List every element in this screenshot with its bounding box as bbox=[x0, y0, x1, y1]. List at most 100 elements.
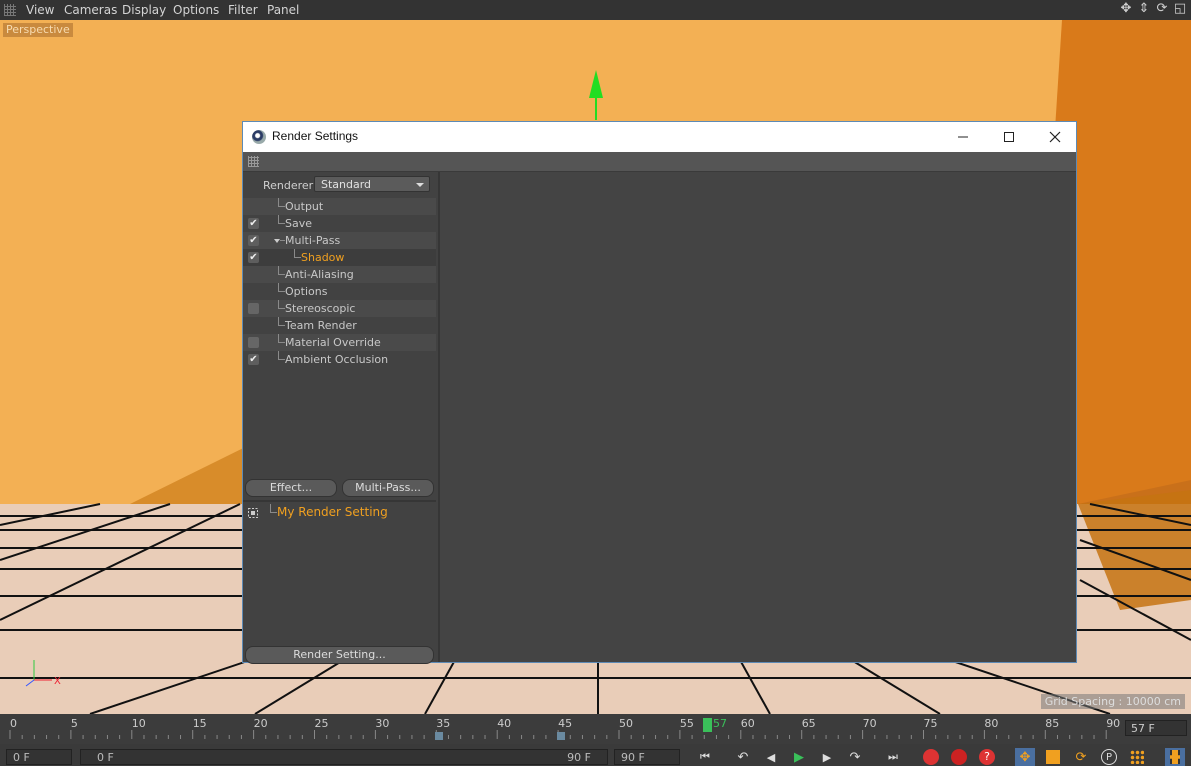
dots-grid-icon bbox=[1130, 750, 1144, 764]
checkbox-unchecked-icon[interactable] bbox=[248, 303, 259, 314]
multi-pass-button[interactable]: Multi-Pass... bbox=[342, 479, 434, 497]
auto-key-icon bbox=[951, 749, 967, 765]
step-back-icon: ◀ bbox=[766, 750, 776, 764]
record-icon bbox=[923, 749, 939, 765]
timeline-tick-label: 80 bbox=[984, 717, 999, 730]
dialog-titlebar[interactable]: Render Settings bbox=[243, 122, 1076, 152]
tree-item-multi-pass[interactable]: ✔ Multi-Pass bbox=[243, 232, 436, 249]
play-icon: ▶ bbox=[794, 749, 804, 765]
auto-key-button[interactable] bbox=[949, 748, 969, 766]
render-setting-item[interactable]: My Render Setting bbox=[243, 504, 436, 522]
end-frame-field[interactable]: 90 F bbox=[614, 749, 680, 765]
checkbox-unchecked-icon[interactable] bbox=[248, 337, 259, 348]
settings-detail-panel bbox=[440, 172, 1076, 662]
menu-filter[interactable]: Filter bbox=[228, 3, 258, 17]
menu-display[interactable]: Display bbox=[122, 3, 166, 17]
tree-item-ambient-occlusion[interactable]: ✔ Ambient Occlusion bbox=[243, 351, 436, 368]
menu-view[interactable]: View bbox=[26, 3, 54, 17]
timeline-tick-label: 40 bbox=[497, 717, 512, 730]
timeline-tick-label: 0 bbox=[10, 717, 17, 730]
playhead-frame-label: 57 bbox=[713, 717, 727, 730]
renderer-row: Renderer Standard bbox=[243, 174, 438, 196]
go-to-end-icon: ⏭ bbox=[888, 750, 898, 763]
play-button[interactable]: ▶ bbox=[789, 748, 809, 766]
tree-item-label: Ambient Occlusion bbox=[285, 353, 389, 366]
minimize-button[interactable] bbox=[940, 122, 986, 152]
timeline-tick-label: 75 bbox=[923, 717, 938, 730]
render-setting-button[interactable]: Render Setting... bbox=[245, 646, 434, 664]
tree-item-team-render[interactable]: Team Render bbox=[243, 317, 436, 334]
timeline-tick-label: 55 bbox=[679, 717, 694, 730]
scale-icon bbox=[1046, 750, 1060, 764]
minimize-icon bbox=[958, 136, 968, 138]
range-end-label: 90 F bbox=[567, 751, 591, 764]
scale-tool-button[interactable] bbox=[1043, 748, 1063, 766]
menu-options[interactable]: Options bbox=[173, 3, 219, 17]
start-frame-field[interactable]: 0 F bbox=[6, 749, 72, 765]
parameter-button[interactable]: P bbox=[1099, 748, 1119, 766]
checkbox-checked-icon[interactable]: ✔ bbox=[248, 218, 259, 229]
timeline-tick-label: 60 bbox=[740, 717, 755, 730]
menu-grip-icon[interactable] bbox=[4, 4, 16, 16]
effect-button[interactable]: Effect... bbox=[245, 479, 337, 497]
record-keys-button[interactable] bbox=[921, 748, 941, 766]
grid-spacing-info: Grid Spacing : 10000 cm bbox=[1040, 694, 1185, 709]
tree-item-options[interactable]: Options bbox=[243, 283, 436, 300]
zoom-view-icon[interactable]: ⇕ bbox=[1137, 2, 1151, 16]
frame-range-slider[interactable]: 0 F 90 F bbox=[80, 749, 608, 765]
render-settings-dialog: Render Settings Renderer Standard Output bbox=[242, 121, 1077, 664]
render-setting-name: My Render Setting bbox=[277, 505, 388, 519]
checkbox-checked-icon[interactable]: ✔ bbox=[248, 252, 259, 263]
renderer-value: Standard bbox=[321, 178, 372, 191]
timeline-tick-label: 25 bbox=[314, 717, 329, 730]
move-tool-button[interactable]: ✥ bbox=[1015, 748, 1035, 766]
tree-item-shadow[interactable]: ✔ Shadow bbox=[243, 249, 436, 266]
render-setting-icon bbox=[248, 508, 258, 518]
point-level-button[interactable] bbox=[1127, 748, 1147, 766]
close-button[interactable] bbox=[1032, 122, 1078, 152]
settings-tree-panel: Renderer Standard Output ✔ Save ✔ Multi-… bbox=[243, 172, 438, 664]
playhead[interactable] bbox=[703, 718, 712, 732]
playback-bar: 0 F 0 F 90 F 90 F ⏮ ↶ ◀ ▶ ▶ ↷ ⏭ ? ✥ ⟳ P bbox=[0, 744, 1191, 766]
keyframe-marker[interactable] bbox=[557, 732, 565, 740]
timeline[interactable]: 0 5 10 15 20 25 30 35 40 45 50 55 60 65 70 75 80 85 90 57 … bbox=[0, 714, 1191, 744]
next-key-icon: ↷ bbox=[849, 749, 861, 765]
tree-item-label: Output bbox=[285, 200, 324, 213]
menu-panel[interactable]: Panel bbox=[267, 3, 299, 17]
axis-x-label: X bbox=[54, 676, 61, 687]
tree-item-anti-aliasing[interactable]: Anti-Aliasing bbox=[243, 266, 436, 283]
step-back-button[interactable]: ◀ bbox=[761, 748, 781, 766]
timeline-tick-label: 20 bbox=[253, 717, 268, 730]
step-forward-icon: ▶ bbox=[822, 750, 832, 764]
tree-item-stereoscopic[interactable]: Stereoscopic bbox=[243, 300, 436, 317]
step-forward-button[interactable]: ▶ bbox=[817, 748, 837, 766]
go-to-start-button[interactable]: ⏮ bbox=[695, 748, 715, 766]
go-to-end-button[interactable]: ⏭ bbox=[883, 748, 903, 766]
toolstrip-grip-icon[interactable] bbox=[248, 156, 259, 167]
checkbox-checked-icon[interactable]: ✔ bbox=[248, 235, 259, 246]
tree-item-output[interactable]: Output bbox=[243, 198, 436, 215]
next-key-button[interactable]: ↷ bbox=[845, 748, 865, 766]
rotate-view-icon[interactable]: ⟳ bbox=[1155, 2, 1169, 16]
film-strip-button[interactable] bbox=[1165, 748, 1185, 766]
prev-key-button[interactable]: ↶ bbox=[733, 748, 753, 766]
rotate-tool-button[interactable]: ⟳ bbox=[1071, 748, 1091, 766]
rotate-icon: ⟳ bbox=[1075, 749, 1087, 765]
menu-cameras[interactable]: Cameras bbox=[64, 3, 117, 17]
maximize-button[interactable] bbox=[986, 122, 1032, 152]
renderer-dropdown[interactable]: Standard bbox=[314, 176, 430, 192]
move-view-icon[interactable]: ✥ bbox=[1119, 2, 1133, 16]
tree-item-material-override[interactable]: Material Override bbox=[243, 334, 436, 351]
maximize-view-icon[interactable]: ◱ bbox=[1173, 2, 1187, 16]
renderer-label: Renderer bbox=[263, 179, 314, 192]
current-frame-field[interactable]: 57 F bbox=[1125, 720, 1187, 736]
menu-bar: View Cameras Display Options Filter Pane… bbox=[0, 0, 1191, 20]
checkbox-checked-icon[interactable]: ✔ bbox=[248, 354, 259, 365]
range-start-label: 0 F bbox=[97, 751, 114, 764]
timeline-tick-label: 15 bbox=[192, 717, 207, 730]
keyframe-marker[interactable] bbox=[435, 732, 443, 740]
tree-item-save[interactable]: ✔ Save bbox=[243, 215, 436, 232]
settings-tree: Output ✔ Save ✔ Multi-Pass ✔ Shadow Anti… bbox=[243, 198, 436, 368]
keyframe-selection-button[interactable]: ? bbox=[977, 748, 997, 766]
tree-item-label: Shadow bbox=[301, 251, 345, 264]
